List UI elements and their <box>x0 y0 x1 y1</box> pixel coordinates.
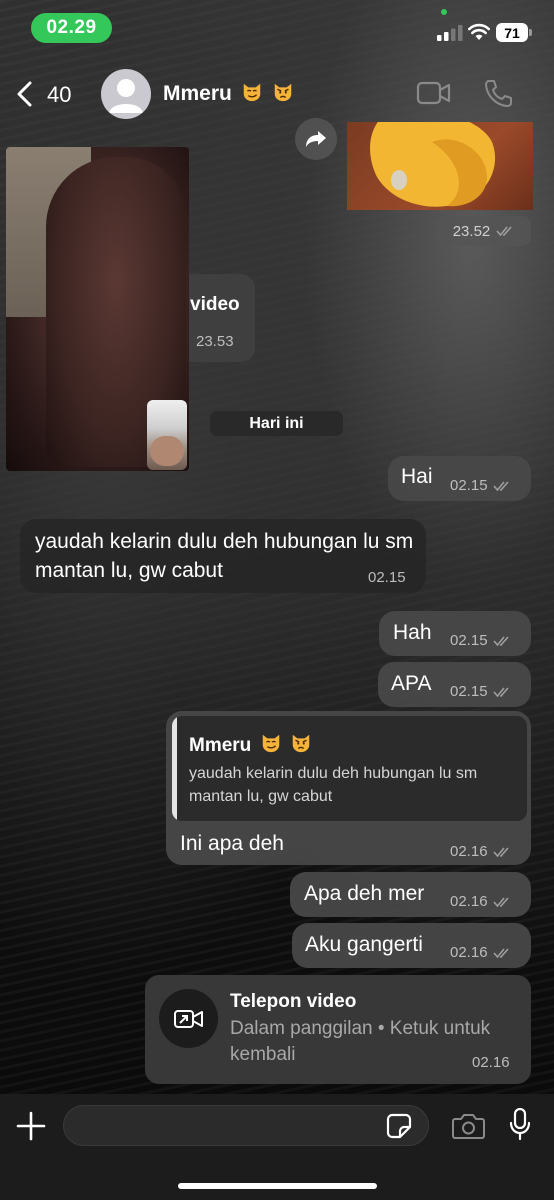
message-text: yaudah kelarin dulu deh hubungan lu sm m… <box>35 530 414 582</box>
message-time: 02.15 <box>450 632 512 649</box>
plus-icon[interactable] <box>16 1111 46 1141</box>
read-ticks-icon <box>492 896 509 907</box>
message-time: 02.15 <box>450 477 512 494</box>
wifi-icon <box>468 23 490 40</box>
sticker-icon[interactable] <box>386 1113 412 1139</box>
quoted-text: yaudah kelarin dulu deh hubungan lu sm m… <box>189 765 478 805</box>
cellular-signal-icon <box>437 25 463 41</box>
person-icon <box>109 79 143 113</box>
video-label: video <box>190 294 240 315</box>
read-ticks-icon <box>492 686 509 697</box>
message-text: Aku gangerti <box>305 933 423 956</box>
home-indicator[interactable] <box>178 1183 377 1189</box>
message-time-text: 02.16 <box>450 843 488 860</box>
privacy-indicator-dot <box>441 9 447 15</box>
call-title: Telepon video <box>230 991 357 1012</box>
quoted-author-text: Mmeru <box>189 735 252 756</box>
message-time-text: 02.15 <box>450 683 488 700</box>
read-ticks-icon <box>496 226 512 237</box>
message-time-text: 02.15 <box>368 569 406 586</box>
pouting-cat-icon <box>274 83 291 102</box>
smirking-cat-icon <box>243 83 260 102</box>
message-time: 02.15 <box>450 683 512 700</box>
contact-name-text: Mmeru <box>163 82 232 105</box>
message-time: 23.52 <box>452 222 491 240</box>
forward-button[interactable] <box>295 118 337 160</box>
message-time-text: 02.15 <box>450 477 488 494</box>
read-ticks-icon <box>492 947 509 958</box>
phone-icon[interactable] <box>483 78 513 108</box>
microphone-icon[interactable] <box>509 1108 531 1141</box>
message-time-text: 02.16 <box>450 893 488 910</box>
forward-arrow-icon <box>306 131 326 147</box>
message-time-text: 02.15 <box>450 632 488 649</box>
video-call-arrow-icon <box>173 1009 203 1028</box>
chevron-left-icon[interactable] <box>14 80 36 108</box>
message-time-badge: 23.52 <box>437 216 531 246</box>
message-text: APA <box>391 672 432 695</box>
battery-level: 71 <box>496 23 528 42</box>
message-text: Hai <box>401 465 433 488</box>
camera-icon[interactable] <box>452 1112 485 1139</box>
message-text: Ini apa deh <box>180 832 284 855</box>
chat-screen: 02.29 71 40 Mmeru 23.52 video 23.53 Hari… <box>0 0 554 1200</box>
message-time: 02.16 <box>450 843 512 860</box>
unread-count[interactable]: 40 <box>47 82 71 108</box>
message-time-text: 02.16 <box>450 944 488 961</box>
image-content <box>370 122 496 207</box>
contact-name[interactable]: Mmeru <box>163 81 294 106</box>
read-ticks-icon <box>492 635 509 646</box>
image-thumbnail[interactable] <box>347 122 533 210</box>
video-camera-icon[interactable] <box>416 80 452 106</box>
smirking-cat-icon <box>262 734 279 753</box>
battery-tip <box>529 29 532 36</box>
pouting-cat-icon <box>292 734 310 753</box>
message-text: Apa deh mer <box>304 882 425 905</box>
self-view-face <box>150 436 184 466</box>
read-ticks-icon <box>492 846 509 857</box>
date-separator: Hari ini <box>210 411 343 436</box>
quoted-author: Mmeru <box>189 732 312 757</box>
call-icon-circle <box>159 989 218 1048</box>
status-time: 02.29 <box>31 13 112 43</box>
self-view-thumbnail[interactable] <box>147 400 187 470</box>
message-text: Hah <box>393 621 432 644</box>
message-time: 02.16 <box>450 944 512 961</box>
message-time: 02.16 <box>450 893 512 910</box>
quote-accent-bar <box>172 716 177 821</box>
message-time: 23.53 <box>196 333 234 350</box>
message-time: 02.15 <box>368 569 406 586</box>
avatar[interactable] <box>101 69 151 119</box>
read-ticks-icon <box>492 480 509 491</box>
call-time: 02.16 <box>472 1054 510 1071</box>
message-input[interactable] <box>63 1105 429 1146</box>
